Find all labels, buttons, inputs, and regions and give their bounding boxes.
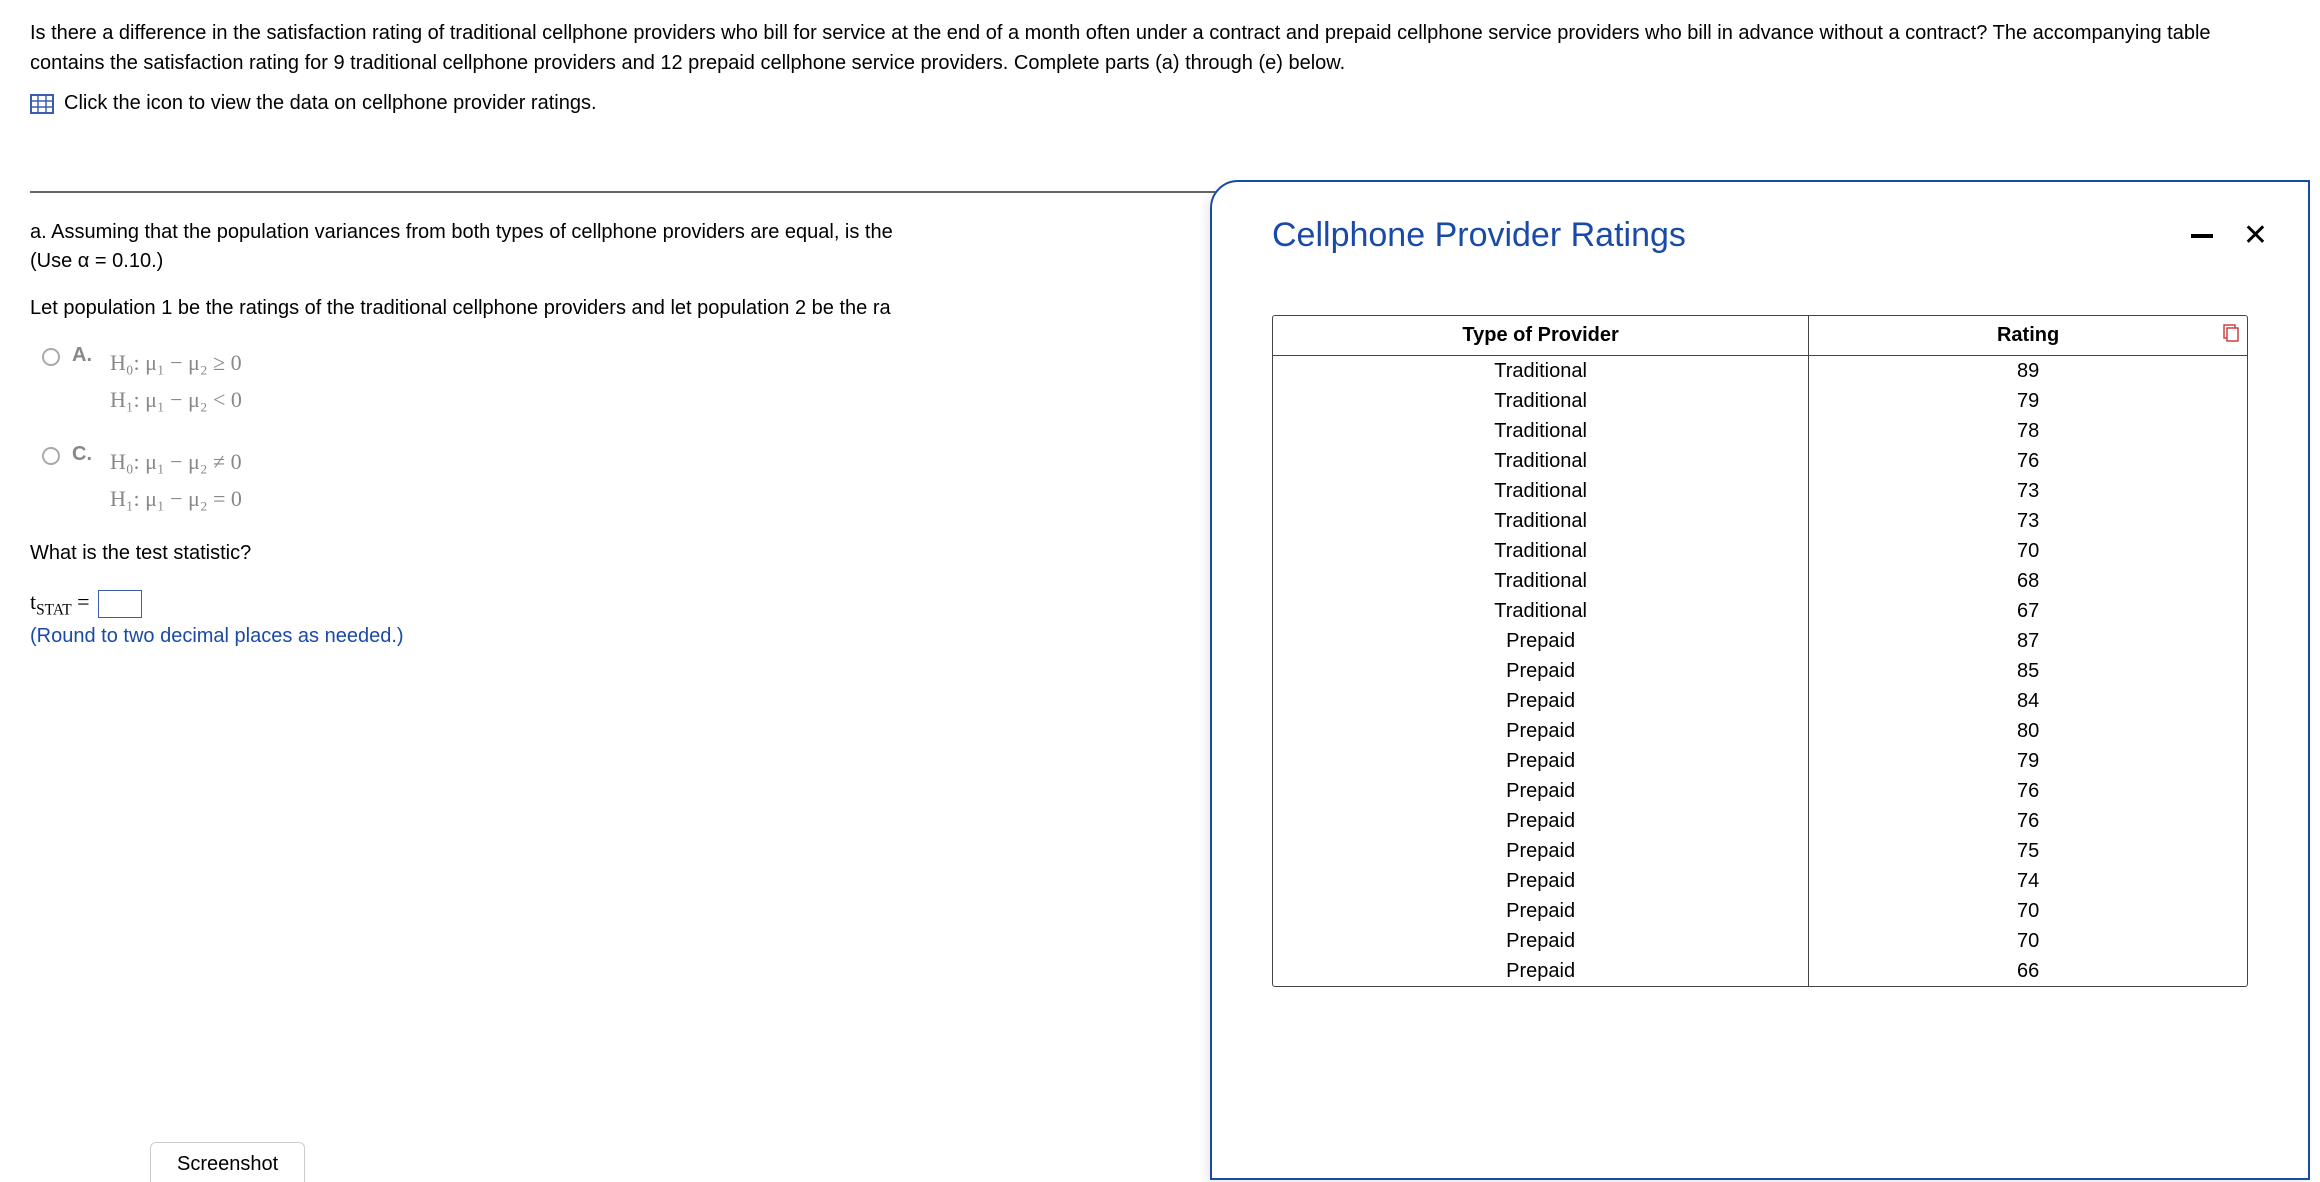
table-row: Prepaid79 [1273, 746, 2247, 776]
cell-type: Prepaid [1273, 626, 1809, 656]
ratings-table: Type of Provider Rating Traditional89Tra… [1273, 316, 2247, 986]
table-row: Prepaid76 [1273, 806, 2247, 836]
ratings-modal: Cellphone Provider Ratings ✕ Type of Pro… [1210, 180, 2310, 1180]
table-row: Prepaid76 [1273, 776, 2247, 806]
cell-rating: 79 [1809, 746, 2247, 776]
cell-type: Traditional [1273, 356, 1809, 387]
cell-rating: 66 [1809, 956, 2247, 986]
cell-type: Prepaid [1273, 866, 1809, 896]
col-header-type: Type of Provider [1273, 316, 1809, 356]
cell-rating: 84 [1809, 686, 2247, 716]
tstat-row: tSTAT = [30, 589, 142, 619]
cell-type: Prepaid [1273, 716, 1809, 746]
cell-rating: 80 [1809, 716, 2247, 746]
table-row: Prepaid84 [1273, 686, 2247, 716]
table-row: Prepaid85 [1273, 656, 2247, 686]
cell-type: Prepaid [1273, 836, 1809, 866]
tstat-input[interactable] [98, 590, 142, 618]
cell-rating: 89 [1809, 356, 2247, 387]
minimize-icon[interactable] [2191, 234, 2213, 238]
cell-type: Traditional [1273, 536, 1809, 566]
cell-rating: 70 [1809, 926, 2247, 956]
problem-statement: Is there a difference in the satisfactio… [0, 0, 2320, 88]
cell-rating: 76 [1809, 446, 2247, 476]
cell-rating: 70 [1809, 896, 2247, 926]
close-icon[interactable]: ✕ [2243, 221, 2268, 251]
cell-rating: 87 [1809, 626, 2247, 656]
table-row: Traditional79 [1273, 386, 2247, 416]
cell-type: Traditional [1273, 416, 1809, 446]
option-c-label: C. [72, 443, 98, 466]
table-row: Prepaid87 [1273, 626, 2247, 656]
cell-type: Traditional [1273, 476, 1809, 506]
table-icon[interactable] [30, 94, 54, 114]
table-row: Prepaid74 [1273, 866, 2247, 896]
cell-type: Traditional [1273, 386, 1809, 416]
cell-rating: 76 [1809, 806, 2247, 836]
cell-type: Prepaid [1273, 746, 1809, 776]
table-row: Prepaid70 [1273, 896, 2247, 926]
table-row: Traditional68 [1273, 566, 2247, 596]
modal-title: Cellphone Provider Ratings [1272, 216, 1686, 255]
cell-type: Traditional [1273, 566, 1809, 596]
cell-type: Traditional [1273, 446, 1809, 476]
copy-icon[interactable] [2221, 324, 2239, 342]
table-row: Prepaid66 [1273, 956, 2247, 986]
cell-type: Prepaid [1273, 686, 1809, 716]
cell-type: Prepaid [1273, 926, 1809, 956]
cell-rating: 75 [1809, 836, 2247, 866]
screenshot-button[interactable]: Screenshot [150, 1142, 305, 1182]
table-row: Traditional78 [1273, 416, 2247, 446]
cell-rating: 85 [1809, 656, 2247, 686]
table-row: Prepaid70 [1273, 926, 2247, 956]
cell-type: Prepaid [1273, 896, 1809, 926]
cell-rating: 78 [1809, 416, 2247, 446]
table-row: Traditional67 [1273, 596, 2247, 626]
cell-type: Prepaid [1273, 656, 1809, 686]
radio-icon[interactable] [42, 348, 60, 366]
table-row: Prepaid75 [1273, 836, 2247, 866]
table-row: Prepaid80 [1273, 716, 2247, 746]
option-c-body: H₀: μ₁ − μ₂ ≠ 0 H₁: μ₁ − μ₂ = 0 [110, 443, 242, 518]
table-row: Traditional73 [1273, 506, 2247, 536]
table-row: Traditional89 [1273, 356, 2247, 387]
option-c-h1: H₁: μ₁ − μ₂ = 0 [110, 480, 242, 517]
option-c-h0: H₀: μ₁ − μ₂ ≠ 0 [110, 443, 242, 480]
cell-rating: 73 [1809, 476, 2247, 506]
cell-rating: 76 [1809, 776, 2247, 806]
cell-type: Traditional [1273, 596, 1809, 626]
option-a-h0: H₀: μ₁ − μ₂ ≥ 0 [110, 344, 242, 381]
table-row: Traditional76 [1273, 446, 2247, 476]
option-a-body: H₀: μ₁ − μ₂ ≥ 0 H₁: μ₁ − μ₂ < 0 [110, 344, 242, 419]
ratings-table-wrap: Type of Provider Rating Traditional89Tra… [1272, 315, 2248, 987]
cell-type: Traditional [1273, 506, 1809, 536]
cell-rating: 70 [1809, 536, 2247, 566]
cell-rating: 79 [1809, 386, 2247, 416]
table-row: Traditional73 [1273, 476, 2247, 506]
option-a-label: A. [72, 344, 98, 367]
radio-icon[interactable] [42, 447, 60, 465]
cell-type: Prepaid [1273, 776, 1809, 806]
cell-rating: 74 [1809, 866, 2247, 896]
cell-rating: 73 [1809, 506, 2247, 536]
cell-rating: 67 [1809, 596, 2247, 626]
option-a-h1: H₁: μ₁ − μ₂ < 0 [110, 381, 242, 418]
col-header-rating: Rating [1809, 316, 2247, 356]
cell-type: Prepaid [1273, 956, 1809, 986]
data-link-text[interactable]: Click the icon to view the data on cellp… [64, 92, 597, 115]
cell-type: Prepaid [1273, 806, 1809, 836]
data-link-row: Click the icon to view the data on cellp… [0, 88, 2320, 131]
cell-rating: 68 [1809, 566, 2247, 596]
table-row: Traditional70 [1273, 536, 2247, 566]
